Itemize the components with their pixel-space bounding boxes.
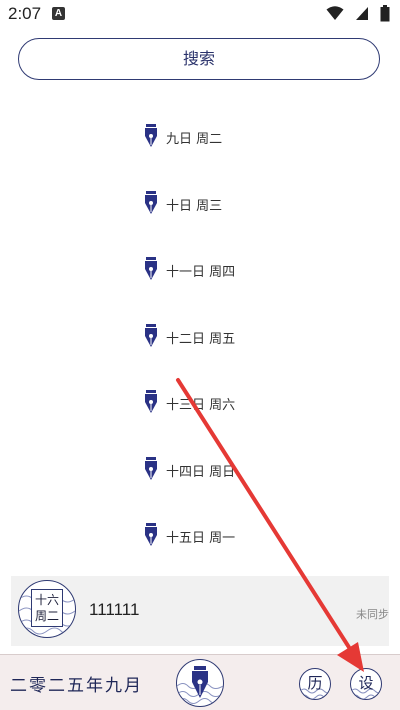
date-label: 十一日 周四 [166, 265, 236, 280]
entry-title: 111111 [89, 600, 140, 619]
fountain-pen-icon [145, 124, 157, 147]
date-label: 十日 周三 [166, 199, 223, 214]
badge-day: 十六 [34, 593, 59, 607]
fountain-pen-icon [145, 257, 157, 280]
date-label: 十三日 周六 [166, 398, 236, 413]
write-button[interactable] [176, 659, 224, 707]
date-label: 十二日 周五 [166, 332, 236, 347]
history-button[interactable]: 历 [299, 668, 331, 700]
badge-weekday: 周二 [34, 609, 59, 623]
status-bar: 2:07 A [0, 0, 400, 28]
date-label: 九日 周二 [166, 132, 223, 147]
month-label[interactable]: 二零二五年九月 [10, 671, 143, 696]
fountain-pen-icon [145, 390, 157, 413]
wifi-icon [326, 6, 344, 20]
sync-status: 未同步 [356, 608, 389, 621]
diary-entry-card[interactable]: 十六 周二 111111 未同步 [11, 576, 389, 646]
fountain-pen-icon [145, 191, 157, 214]
settings-label: 设 [358, 674, 374, 692]
fountain-pen-icon [145, 324, 157, 347]
date-label: 十五日 周一 [166, 531, 236, 546]
badge-date-box: 十六 周二 [31, 589, 63, 627]
status-icons [320, 5, 390, 23]
settings-button[interactable]: 设 [350, 668, 382, 700]
notification-a-icon: A [52, 7, 65, 20]
search-button[interactable]: 搜索 [18, 38, 380, 80]
battery-icon [380, 5, 390, 22]
fountain-pen-wave-icon [177, 666, 223, 704]
screen: 2:07 A 搜索 九日 周二 十日 周三 十一日 周四 十二日 周五 十三日 … [0, 0, 400, 710]
fountain-pen-icon [145, 523, 157, 546]
date-label: 十四日 周日 [166, 465, 236, 480]
bottom-bar: 二零二五年九月 历 设 [0, 654, 400, 710]
entry-date-badge: 十六 周二 [18, 580, 76, 638]
status-time: 2:07 [8, 4, 42, 23]
history-label: 历 [307, 674, 323, 692]
fountain-pen-icon [145, 457, 157, 480]
signal-icon [355, 7, 368, 20]
